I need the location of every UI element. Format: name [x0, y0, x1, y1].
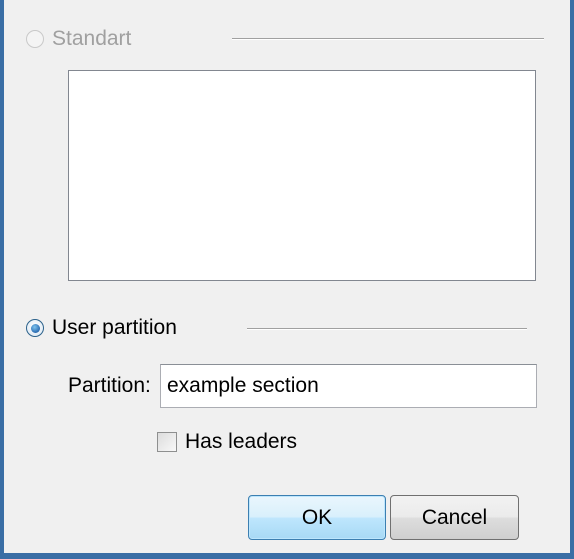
user-partition-option[interactable]: User partition: [26, 316, 177, 340]
cancel-button[interactable]: Cancel: [390, 495, 519, 540]
standard-radio: [26, 30, 44, 48]
partition-label: Partition:: [68, 374, 151, 397]
has-leaders-label: Has leaders: [185, 430, 298, 453]
standard-partition-list[interactable]: [68, 70, 536, 281]
standard-label: Standart: [52, 27, 132, 50]
partition-input[interactable]: [160, 364, 537, 408]
user-partition-label: User partition: [52, 316, 177, 339]
partition-dialog: Standart User partition Partition: Has l…: [4, 0, 570, 553]
user-partition-separator: [247, 328, 527, 330]
standard-option: Standart: [26, 27, 131, 51]
has-leaders-checkbox[interactable]: [157, 432, 177, 452]
radio-selected-dot: [30, 323, 40, 333]
standard-separator: [232, 38, 544, 40]
user-partition-radio[interactable]: [26, 319, 44, 337]
ok-button[interactable]: OK: [248, 495, 386, 540]
has-leaders-option[interactable]: Has leaders: [157, 430, 297, 454]
